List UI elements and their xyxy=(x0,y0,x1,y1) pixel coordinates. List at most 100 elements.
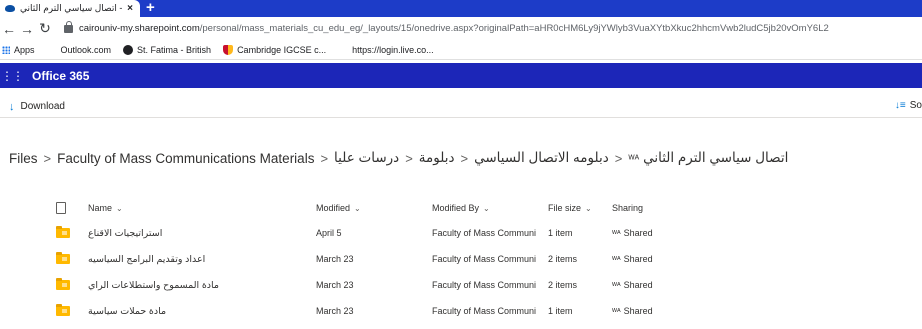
address-bar[interactable]: cairouniv-my.sharepoint.com/personal/mas… xyxy=(79,23,829,34)
url-host: cairouniv-my.sharepoint.com xyxy=(79,23,200,34)
new-tab-button[interactable]: + xyxy=(146,0,155,15)
bookmark-cambridge[interactable]: Cambridge IGCSE c... xyxy=(223,44,327,55)
bookmark-apps[interactable]: Apps xyxy=(0,45,35,55)
file-type-header[interactable] xyxy=(50,202,88,214)
folder-name-link[interactable]: مادة المسموح واستطلاعات الراي xyxy=(88,280,219,291)
reload-icon[interactable]: ↻ xyxy=(36,20,54,37)
bookmark-label: Cambridge IGCSE c... xyxy=(237,44,327,55)
sharing-cell[interactable]: Shared xyxy=(624,228,653,238)
column-header-file-size[interactable]: File size ⌄ xyxy=(548,203,612,213)
tab-title: اتصال سياسي الترم الثاني - OneDrive xyxy=(20,3,124,13)
browser-tab[interactable]: اتصال سياسي الترم الثاني - OneDrive × xyxy=(0,0,140,17)
bookmark-st-fatima[interactable]: St. Fatima - British xyxy=(123,44,212,55)
shared-icon: ᵂᴬ xyxy=(612,306,621,316)
download-label: Download xyxy=(20,101,65,112)
file-size-cell: 2 items xyxy=(548,254,578,264)
apps-grid-icon xyxy=(2,45,10,54)
modified-by-cell: Faculty of Mass Communi xyxy=(432,254,537,264)
list-header: Name ⌄ Modified ⌄ Modified By ⌄ File size ⌄ … xyxy=(50,196,922,220)
bookmark-login-live[interactable]: https://login.live.co... xyxy=(338,45,434,55)
file-list: Name ⌄ Modified ⌄ Modified By ⌄ File size ⌄ … xyxy=(50,196,922,324)
shared-icon: ᵂᴬ xyxy=(612,280,621,290)
breadcrumb-political-diploma[interactable]: دبلومه الاتصال السياسي xyxy=(474,150,609,166)
download-button[interactable]: ↓ Download xyxy=(9,101,65,113)
sort-button[interactable]: ↓≡ So xyxy=(895,100,922,111)
bookmark-label: https://login.live.co... xyxy=(352,44,434,55)
column-header-sharing[interactable]: Sharing xyxy=(612,203,712,213)
folder-icon xyxy=(56,226,70,238)
sharing-cell[interactable]: Shared xyxy=(624,280,653,290)
app-launcher-icon[interactable]: ⋮⋮ xyxy=(0,69,24,83)
column-label: Name xyxy=(88,203,113,213)
folder-name-link[interactable]: مادة حملات سياسية xyxy=(88,306,166,317)
command-bar: ↓ Download ↓≡ So xyxy=(0,96,922,118)
column-header-modified[interactable]: Modified ⌄ xyxy=(316,203,432,213)
suite-bar: ⋮⋮ Office 365 xyxy=(0,63,922,88)
folder-name-link[interactable]: اعداد وتقديم البرامج السياسيه xyxy=(88,254,205,265)
bookmark-label: Apps xyxy=(14,44,35,55)
breadcrumb-faculty[interactable]: Faculty of Mass Communications Materials xyxy=(57,151,314,166)
onedrive-icon xyxy=(5,5,15,12)
browser-tab-strip: اتصال سياسي الترم الثاني - OneDrive × + xyxy=(0,0,922,17)
breadcrumb-files[interactable]: Files xyxy=(9,151,38,166)
back-icon[interactable]: ← xyxy=(0,21,18,37)
shared-icon: ᵂᴬ xyxy=(628,154,640,165)
bookmarks-bar: Apps Outlook.com St. Fatima - British Ca… xyxy=(0,40,922,60)
close-tab-icon[interactable]: × xyxy=(124,3,136,14)
folder-icon xyxy=(56,252,70,264)
microsoft-icon xyxy=(47,45,57,55)
breadcrumb-current-label: اتصال سياسي الترم الثاني xyxy=(643,150,789,165)
microsoft-icon xyxy=(338,45,348,55)
modified-cell: April 5 xyxy=(316,228,342,238)
modified-by-cell: Faculty of Mass Communi xyxy=(432,280,537,290)
file-type-icon xyxy=(56,202,66,214)
breadcrumb-diploma[interactable]: دبلومة xyxy=(419,150,455,166)
column-label: Sharing xyxy=(612,203,644,213)
chevron-down-icon: ⌄ xyxy=(116,204,123,213)
download-icon: ↓ xyxy=(9,100,15,113)
modified-by-cell: Faculty of Mass Communi xyxy=(432,306,537,316)
table-row[interactable]: استراتيجيات الاقناع April 5 Faculty of M… xyxy=(50,220,922,246)
column-label: Modified xyxy=(316,203,351,213)
chevron-right-icon: > xyxy=(43,150,52,166)
sharing-cell[interactable]: Shared xyxy=(624,306,653,316)
forward-icon[interactable]: → xyxy=(18,21,36,37)
lock-icon[interactable] xyxy=(64,20,73,33)
table-row[interactable]: مادة حملات سياسية March 23 Faculty of Ma… xyxy=(50,298,922,324)
breadcrumb: Files > Faculty of Mass Communications M… xyxy=(9,150,788,166)
cambridge-icon xyxy=(223,44,234,55)
folder-name-link[interactable]: استراتيجيات الاقناع xyxy=(88,228,162,239)
breadcrumb-postgrad[interactable]: درسات عليا xyxy=(334,150,399,166)
sort-label: So xyxy=(909,100,922,111)
table-row[interactable]: مادة المسموح واستطلاعات الراي March 23 F… xyxy=(50,272,922,298)
st-fatima-icon xyxy=(123,44,134,55)
chevron-right-icon: > xyxy=(405,150,413,166)
column-header-name[interactable]: Name ⌄ xyxy=(88,203,316,213)
file-size-cell: 1 item xyxy=(548,228,573,238)
modified-cell: March 23 xyxy=(316,254,354,264)
bookmark-outlook[interactable]: Outlook.com xyxy=(47,45,112,55)
chevron-right-icon: > xyxy=(320,150,329,166)
bookmark-label: Outlook.com xyxy=(60,44,112,55)
modified-by-cell: Faculty of Mass Communi xyxy=(432,228,537,238)
folder-icon xyxy=(56,278,70,290)
shared-icon: ᵂᴬ xyxy=(612,228,621,238)
modified-cell: March 23 xyxy=(316,306,354,316)
chevron-down-icon: ⌄ xyxy=(483,204,490,213)
sort-icon: ↓≡ xyxy=(894,100,906,111)
modified-cell: March 23 xyxy=(316,280,354,290)
suite-title[interactable]: Office 365 xyxy=(32,69,89,83)
bookmark-label: St. Fatima - British xyxy=(137,44,212,55)
column-header-modified-by[interactable]: Modified By ⌄ xyxy=(432,203,548,213)
chevron-down-icon: ⌄ xyxy=(585,204,592,213)
shared-icon: ᵂᴬ xyxy=(612,254,621,264)
file-size-cell: 2 items xyxy=(548,280,578,290)
table-row[interactable]: اعداد وتقديم البرامج السياسيه March 23 F… xyxy=(50,246,922,272)
file-size-cell: 1 item xyxy=(548,306,573,316)
column-label: File size xyxy=(548,203,582,213)
folder-icon xyxy=(56,304,70,316)
breadcrumb-current: ᵂᴬ اتصال سياسي الترم الثاني xyxy=(628,150,788,166)
sharing-cell[interactable]: Shared xyxy=(624,254,653,264)
chevron-right-icon: > xyxy=(460,150,469,166)
url-path: /personal/mass_materials_cu_edu_eg/_layo… xyxy=(199,23,829,34)
